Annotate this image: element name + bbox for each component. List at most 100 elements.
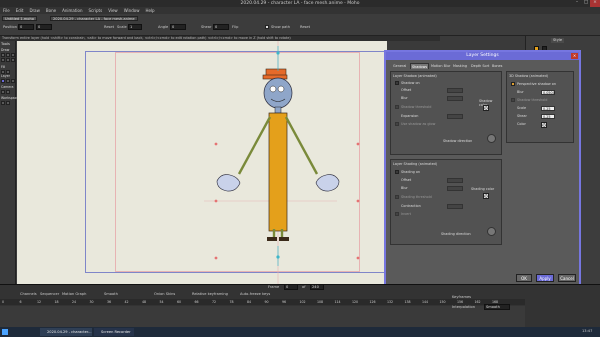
transform-layer-tool[interactable]: [1, 79, 5, 83]
shadow-threshold-checkbox[interactable]: [395, 105, 399, 109]
perspective-shadow-checkbox[interactable]: [511, 82, 515, 86]
3d-color-swatch[interactable]: [541, 122, 547, 128]
end-frame-field[interactable]: 240: [310, 284, 324, 290]
angle-field[interactable]: 0: [170, 24, 186, 30]
tool-button[interactable]: [1, 53, 5, 57]
smooth-select[interactable]: Smooth: [104, 292, 118, 296]
3d-scale-label: Scale: [517, 106, 527, 110]
timeline-tick-label: 156: [457, 300, 464, 304]
shadow-on-checkbox[interactable]: [395, 81, 399, 85]
relative-keyframing[interactable]: Relative keyframing: [192, 292, 228, 296]
menu-window[interactable]: Window: [124, 8, 140, 13]
shadow-direction-label: Shadow direction: [443, 139, 473, 143]
position-y-field[interactable]: 0: [36, 24, 52, 30]
shear-label: Shear: [201, 25, 212, 29]
use-as-glow-checkbox[interactable]: [395, 122, 399, 126]
window-title: 2020.04.29 - character LA - face mesh.an…: [240, 1, 360, 6]
3d-shear-field[interactable]: 0.25: [541, 114, 555, 119]
ok-button[interactable]: OK: [516, 274, 532, 282]
task-screen-recorder[interactable]: Screen Recorder: [94, 328, 134, 336]
shading-direction-dial[interactable]: [487, 227, 496, 236]
tab-channels[interactable]: Channels: [20, 292, 37, 296]
menu-scripts[interactable]: Scripts: [89, 8, 103, 13]
tool-button[interactable]: [1, 101, 5, 105]
3d-shadow-threshold-label: Shadow threshold: [517, 98, 548, 102]
shading-contraction-field[interactable]: [447, 204, 463, 209]
menu-animation[interactable]: Animation: [62, 8, 82, 13]
frame-field[interactable]: 0: [284, 284, 298, 290]
position-x-field[interactable]: 0: [18, 24, 34, 30]
canvas-area[interactable]: [17, 41, 387, 284]
tool-button[interactable]: [6, 53, 10, 57]
shadow-color-swatch[interactable]: [483, 105, 489, 111]
layer-settings-dialog: Layer Settings × General Shadows Motion …: [384, 50, 581, 286]
shading-blur-field[interactable]: [447, 186, 463, 191]
timeline-tick-label: 48: [142, 300, 147, 304]
tab-shadows[interactable]: Shadows: [410, 63, 430, 69]
menu-file[interactable]: File: [3, 8, 10, 13]
dialog-close-button[interactable]: ×: [571, 53, 578, 59]
tool-button[interactable]: [6, 58, 10, 62]
show-path-label: Show path: [271, 25, 291, 29]
menu-edit[interactable]: Edit: [16, 8, 24, 13]
3d-shadow-group: 3D Shadow (animated) Perspective shadow …: [506, 71, 574, 143]
menu-bone[interactable]: Bone: [46, 8, 56, 13]
taskbar: 2020.04.29 - character... Screen Recorde…: [0, 327, 600, 337]
3d-shear-label: Shear: [517, 114, 527, 118]
cancel-button[interactable]: Cancel: [558, 274, 576, 282]
task-moho[interactable]: 2020.04.29 - character...: [40, 328, 92, 336]
tab-general[interactable]: General: [392, 63, 407, 69]
scale-field[interactable]: 1: [128, 24, 142, 30]
tool-button[interactable]: [11, 53, 15, 57]
tab-masking[interactable]: Masking: [452, 63, 468, 69]
shading-offset-field[interactable]: [447, 178, 463, 183]
tab-motion-blur[interactable]: Motion Blur: [430, 63, 451, 69]
tab-bones[interactable]: Bones: [491, 63, 503, 69]
style-tab[interactable]: Style: [551, 38, 565, 43]
onion-skins-label[interactable]: Onion Skins: [154, 292, 175, 296]
shadow-blur-field[interactable]: [447, 96, 463, 101]
shading-threshold-checkbox[interactable]: [395, 195, 399, 199]
menu-draw[interactable]: Draw: [29, 8, 39, 13]
menu-help[interactable]: Help: [145, 8, 154, 13]
tab-motion-graph[interactable]: Motion Graph: [62, 292, 86, 296]
tab-depth-sort[interactable]: Depth Sort: [470, 63, 490, 69]
tool-button[interactable]: [6, 79, 10, 83]
tool-button[interactable]: [11, 79, 15, 83]
start-icon[interactable]: [2, 329, 8, 335]
tools-section-workspace: Workspace: [1, 96, 19, 100]
shading-invert-checkbox[interactable]: [395, 212, 399, 216]
tab-sequencer[interactable]: Sequencer: [40, 292, 59, 296]
timeline-ruler[interactable]: 0 6 12 18 24 30 36 42 48 54 60 66 72 78 84 90 96 102 108 11…: [0, 299, 525, 305]
show-path-checkbox[interactable]: [265, 25, 269, 29]
tool-button[interactable]: [1, 58, 5, 62]
doc-tab-active[interactable]: 2020.04.29 - character LA - face mesh.an…: [50, 16, 138, 21]
timeline-tracks[interactable]: [0, 306, 525, 327]
interpolation-label: Interpolation: [452, 305, 475, 309]
tool-button[interactable]: [6, 90, 10, 94]
shadow-expansion-field[interactable]: [447, 114, 463, 119]
interpolation-select[interactable]: Smooth: [484, 304, 510, 310]
shadow-direction-dial[interactable]: [487, 134, 496, 143]
shear-field[interactable]: 0: [213, 24, 229, 30]
reset2-button[interactable]: Reset: [300, 25, 310, 29]
menu-view[interactable]: View: [108, 8, 118, 13]
tool-button[interactable]: [1, 90, 5, 94]
shading-on-checkbox[interactable]: [395, 170, 399, 174]
timeline-tick-label: 78: [229, 300, 234, 304]
3d-blur-field[interactable]: 0.0500: [541, 90, 555, 95]
shading-contraction-label: Contraction: [401, 204, 421, 208]
tool-button[interactable]: [11, 58, 15, 62]
timeline-tick-label: 36: [107, 300, 112, 304]
auto-freeze-keys[interactable]: Auto-freeze keys: [240, 292, 270, 296]
3d-scale-field[interactable]: 0.25: [541, 106, 555, 111]
character-drawing[interactable]: [17, 41, 387, 284]
close-icon[interactable]: ×: [590, 0, 600, 7]
doc-tab[interactable]: Untitled 1.moho: [2, 16, 37, 21]
shadow-offset-field[interactable]: [447, 88, 463, 93]
apply-button[interactable]: Apply: [536, 274, 554, 282]
3d-shadow-threshold-checkbox[interactable]: [511, 98, 515, 102]
shading-color-swatch[interactable]: [483, 193, 489, 199]
tool-button[interactable]: [6, 101, 10, 105]
reset-button[interactable]: Reset: [104, 25, 114, 29]
